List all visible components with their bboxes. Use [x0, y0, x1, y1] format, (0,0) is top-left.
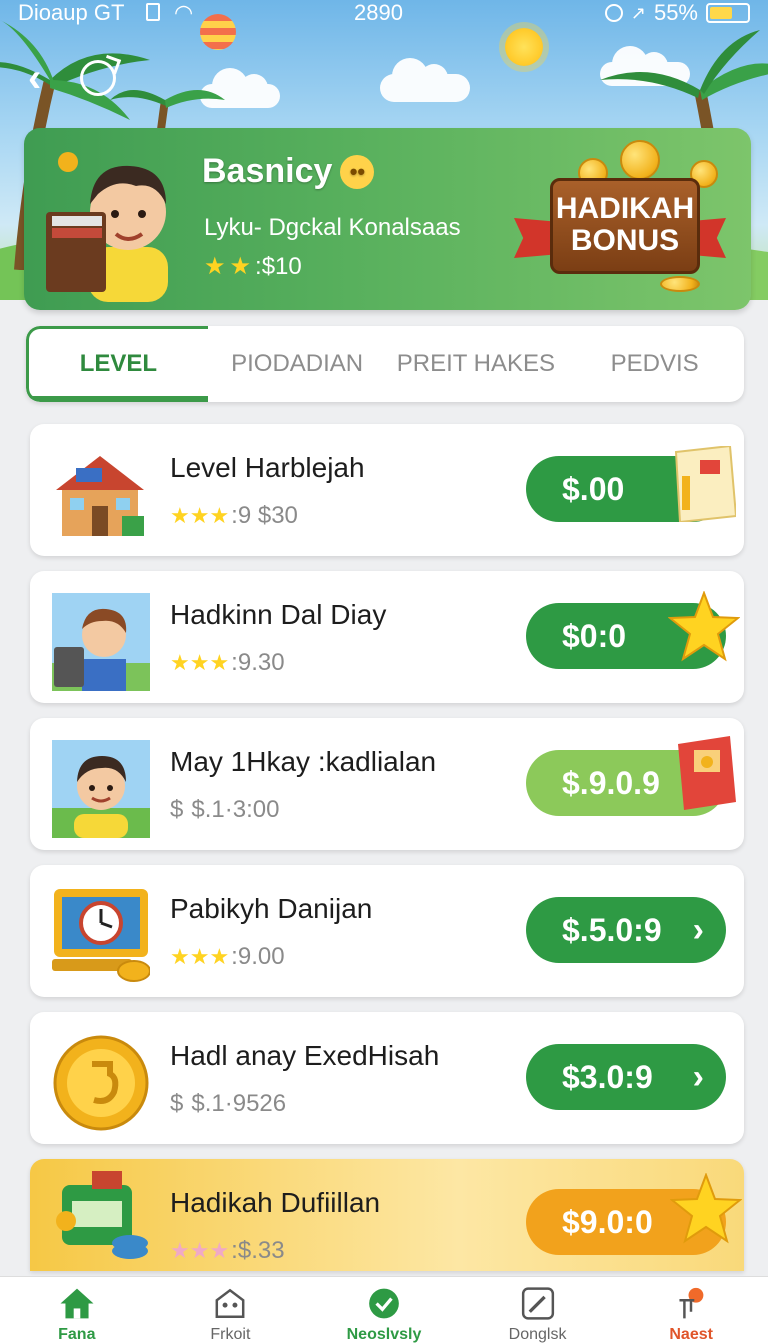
- money-stack-icon: [56, 1171, 148, 1259]
- nav-neoslvsly[interactable]: Neoslvsly: [307, 1277, 461, 1344]
- item-title: Level Harblejah: [170, 452, 365, 483]
- star-icon: ★★★: [170, 1238, 230, 1263]
- sun-icon: [505, 28, 543, 66]
- bag-icon: [215, 1288, 245, 1318]
- carrier-label: Dioaup GT: [18, 0, 125, 25]
- nav-naest[interactable]: Naest: [614, 1277, 768, 1344]
- nav-donglsk[interactable]: Donglsk: [461, 1277, 615, 1344]
- gift-card-icon: [674, 446, 736, 522]
- bonus-line2: BONUS: [570, 224, 680, 257]
- nav-label: Neoslvsly: [346, 1326, 422, 1343]
- nav-home[interactable]: Fana: [0, 1277, 154, 1344]
- clock-laptop-icon: [52, 889, 150, 982]
- boy-laptop-icon: [52, 593, 150, 691]
- item-title: May 1Hkay :kadlialan: [170, 746, 437, 777]
- coin-icon: [660, 276, 700, 292]
- nav-label: Fana: [58, 1326, 96, 1343]
- battery-percent: 55%: [653, 0, 698, 25]
- edit-icon: [521, 1287, 554, 1320]
- sim-icon: [146, 3, 160, 21]
- check-circle-icon: [369, 1288, 399, 1319]
- wifi-icon: ◠: [174, 0, 194, 25]
- list-item[interactable]: Hadikah Dufiillan ★★★ :$.33 $9.0:0: [30, 1159, 744, 1271]
- dollar-icon: $: [170, 1090, 184, 1117]
- star-icon: ★★★: [170, 650, 230, 675]
- price-label: $.00: [562, 470, 625, 507]
- price-label: $9.0:0: [562, 1203, 653, 1240]
- item-title: Hadikah Dufiillan: [170, 1187, 381, 1218]
- item-title: Hadkinn Dal Diay: [170, 599, 387, 630]
- alarm-icon: [604, 4, 623, 22]
- list-item[interactable]: Hadkinn Dal Diay ★★★ :9.30 $0:0: [30, 571, 744, 703]
- tab-pedvis[interactable]: PEDVIS: [565, 326, 744, 402]
- gold-coin-icon: [53, 1035, 149, 1131]
- home-icon: [60, 1288, 94, 1319]
- price-button[interactable]: $.5.0:9 ›: [526, 897, 726, 963]
- nav-frkoit[interactable]: Frkoit: [154, 1277, 308, 1344]
- neutral-face-icon: ••: [340, 154, 375, 189]
- signal-icon: ↗: [630, 2, 646, 23]
- item-meta: $.1·3:00: [191, 796, 280, 823]
- bonus-badge[interactable]: HADIKAH BONUS: [510, 140, 730, 298]
- price-button[interactable]: $3.0:9 ›: [526, 1044, 726, 1110]
- status-bar: Dioaup GT ◠ 2890 ↗ 55%: [0, 0, 768, 28]
- item-title: Pabikyh Danijan: [170, 893, 373, 924]
- star-icon: ★: [229, 253, 252, 280]
- profile-rating-value: :$10: [255, 252, 302, 280]
- chevron-right-icon: ›: [692, 1058, 704, 1096]
- refresh-icon[interactable]: [80, 60, 116, 96]
- price-label: $.5.0:9: [562, 911, 662, 948]
- list-item[interactable]: Level Harblejah ★★★ :9 $30 $.00: [30, 424, 744, 556]
- back-button[interactable]: ‹: [28, 58, 72, 102]
- star-icon: [668, 591, 740, 662]
- item-title: Hadl anay ExedHisah: [170, 1040, 440, 1071]
- item-meta: $.1·9526: [191, 1090, 287, 1117]
- coin-icon: [620, 140, 660, 180]
- item-list: Level Harblejah ★★★ :9 $30 $.00 Hadkinn …: [30, 424, 744, 1286]
- tab-piodadian[interactable]: PIODADIAN: [208, 326, 387, 402]
- profile-rating: ★ ★ :$10: [204, 252, 302, 281]
- bottom-nav: Fana Frkoit Neoslvsly Donglsk Naest: [0, 1276, 768, 1344]
- price-label: $0:0: [562, 617, 627, 654]
- item-meta: :$.33: [231, 1237, 285, 1264]
- chevron-right-icon: ›: [692, 911, 704, 949]
- red-envelope-icon: [678, 736, 736, 810]
- price-label: $3.0:9: [562, 1058, 653, 1095]
- list-item[interactable]: Hadl anay ExedHisah $ $.1·9526 $3.0:9 ›: [30, 1012, 744, 1144]
- dollar-icon: $: [170, 796, 184, 823]
- profile-banner: Basnicy •• Lyku- Dgckal Konalsaas ★ ★ :$…: [24, 128, 751, 310]
- nav-label: Donglsk: [508, 1326, 567, 1343]
- tab-preit-hakes[interactable]: PREIT HAKES: [387, 326, 566, 402]
- nav-label: Frkoit: [210, 1326, 251, 1343]
- tab-bar: LEVEL PIODADIAN PREIT HAKES PEDVIS: [26, 326, 744, 402]
- item-meta: :9 $30: [231, 502, 298, 529]
- price-label: $.9.0.9: [562, 764, 660, 801]
- item-meta: :9.00: [231, 943, 285, 970]
- list-item[interactable]: Pabikyh Danijan ★★★ :9.00 $.5.0:9 ›: [30, 865, 744, 997]
- star-icon: [670, 1173, 742, 1244]
- nav-label: Naest: [669, 1326, 713, 1343]
- star-icon: ★: [204, 253, 226, 280]
- bonus-line1: HADIKAH: [555, 192, 695, 225]
- list-item[interactable]: May 1Hkay :kadlialan $ $.1·3:00 $.9.0.9: [30, 718, 744, 850]
- pin-icon: [679, 1287, 704, 1319]
- avatar: [46, 152, 168, 302]
- status-time: 2890: [354, 0, 403, 25]
- profile-name: Basnicy: [202, 152, 333, 190]
- boy-avatar-icon: [52, 740, 150, 838]
- profile-subtitle: Lyku- Dgckal Konalsaas: [204, 214, 461, 241]
- star-icon: ★★★: [170, 944, 230, 969]
- house-icon: [56, 456, 144, 536]
- tab-level[interactable]: LEVEL: [26, 326, 208, 402]
- star-icon: ★★★: [170, 503, 230, 528]
- battery-icon: [706, 3, 750, 23]
- item-meta: :9.30: [231, 649, 285, 676]
